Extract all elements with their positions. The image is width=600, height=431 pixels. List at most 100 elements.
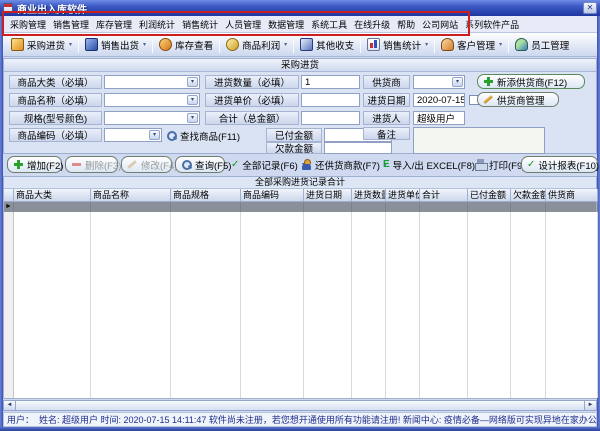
all-records-button[interactable]: ✓ 全部记录(F6) ▾ — [231, 156, 305, 173]
toolbar-separator — [434, 37, 435, 53]
toolbar-stock-view[interactable]: 库存查看 — [155, 36, 217, 54]
spec-combo[interactable]: ▾ — [104, 111, 200, 125]
query-button[interactable]: 查询(F5) — [175, 156, 225, 173]
body-column — [171, 212, 241, 398]
col-header-owed[interactable]: 欠款金额 — [511, 189, 546, 202]
toolbar-separator — [360, 37, 361, 53]
remark-textarea[interactable] — [413, 127, 545, 154]
col-header-qty[interactable]: 进货数量 — [352, 189, 386, 202]
add-supplier-button[interactable]: 新添供货商(F12) — [477, 74, 585, 89]
purchase-in-icon — [11, 38, 24, 51]
combo-arrow-icon[interactable]: ▾ — [149, 130, 160, 140]
toolbar-product-profit-label: 商品利润 — [242, 38, 280, 52]
excel-import-export-button[interactable]: E 导入/出 EXCEL(F8) ▾ — [383, 156, 482, 173]
cell — [171, 202, 241, 212]
manage-supplier-button[interactable]: 供货商管理 — [477, 92, 559, 107]
menu-profit-stats[interactable]: 利润统计 — [137, 16, 177, 33]
scroll-left-icon[interactable]: ◄ — [3, 400, 16, 411]
combo-arrow-icon[interactable]: ▾ — [187, 95, 198, 105]
menu-purchase-mgmt[interactable]: 采购管理 — [8, 16, 48, 33]
chevron-down-icon[interactable]: ▾ — [284, 41, 287, 48]
chevron-down-icon[interactable]: ▾ — [425, 41, 428, 48]
cell — [420, 202, 468, 212]
toolbar-employee-mgmt[interactable]: 员工管理 — [511, 36, 573, 54]
toolbar-sales-out[interactable]: 销售出货 ▾ — [81, 36, 150, 54]
chevron-down-icon[interactable]: ▾ — [69, 41, 72, 48]
toolbar-sales-stats[interactable]: 销售统计 ▾ — [363, 36, 432, 54]
selected-empty-row[interactable]: ► — [4, 202, 596, 212]
body-column — [91, 212, 171, 398]
edit-record-button[interactable]: 修改(F4) — [121, 156, 172, 173]
menu-staff-mgmt[interactable]: 人员管理 — [223, 16, 263, 33]
col-header-code[interactable]: 商品编码 — [241, 189, 304, 202]
col-header-spec[interactable]: 商品规格 — [171, 189, 241, 202]
close-button[interactable]: ✕ — [583, 2, 597, 14]
toolbar: 采购进货 ▾ 销售出货 ▾ 库存查看 商品利润 ▾ 其他收支 销售统计 — [3, 33, 597, 57]
col-header-product-name[interactable]: 商品名称 — [91, 189, 171, 202]
window-frame-bottom — [0, 427, 600, 431]
status-user-label: 用户： — [7, 413, 34, 426]
excel-import-export-label: 导入/出 EXCEL(F8) — [393, 158, 475, 172]
delete-record-button[interactable]: 删除(F3) — [65, 156, 118, 173]
add-record-button[interactable]: 增加(F2) — [7, 156, 62, 173]
sales-out-icon — [85, 38, 98, 51]
combo-arrow-icon[interactable]: ▾ — [187, 77, 198, 87]
all-records-label: 全部记录(F6) — [242, 158, 297, 172]
other-income-icon — [300, 38, 313, 51]
menu-sales-stats[interactable]: 销售统计 — [180, 16, 220, 33]
category-combo[interactable]: ▾ — [104, 75, 200, 89]
toolbar-separator — [78, 37, 79, 53]
check-icon: ✓ — [231, 159, 239, 170]
menu-data-mgmt[interactable]: 数据管理 — [266, 16, 306, 33]
toolbar-customer-mgmt[interactable]: 客户管理 ▾ — [437, 36, 506, 54]
chevron-down-icon[interactable]: ▾ — [143, 41, 146, 48]
toolbar-other-income[interactable]: 其他收支 — [296, 36, 358, 54]
check-icon: ✓ — [527, 159, 535, 170]
total-input[interactable] — [301, 111, 360, 125]
horizontal-scrollbar[interactable]: ◄ ► — [3, 400, 597, 411]
product-code-combo[interactable]: ▾ — [104, 128, 162, 142]
unit-price-input[interactable] — [301, 93, 360, 107]
query-label: 查询(F5) — [195, 158, 231, 172]
scroll-right-icon[interactable]: ► — [584, 400, 597, 411]
toolbar-purchase-in[interactable]: 采购进货 ▾ — [7, 36, 76, 54]
qty-label: 进货数量（必填） — [205, 75, 299, 89]
qty-input[interactable]: 1 — [301, 75, 360, 89]
col-header-paid[interactable]: 已付金额 — [468, 189, 511, 202]
cell — [352, 202, 386, 212]
find-product-button[interactable]: 查找商品(F11) — [166, 128, 240, 143]
toolbar-product-profit[interactable]: 商品利润 ▾ — [222, 36, 291, 54]
col-header-date[interactable]: 进货日期 — [304, 189, 352, 202]
date-input[interactable]: 2020-07-15 — [413, 93, 465, 107]
supplier-combo[interactable]: ▾ — [413, 75, 465, 89]
chevron-down-icon[interactable]: ▾ — [499, 41, 502, 48]
col-header-unit-price[interactable]: 进货单价 — [386, 189, 420, 202]
operator-combo[interactable]: 超级用户 — [413, 111, 465, 125]
combo-arrow-icon[interactable]: ▾ — [452, 77, 463, 87]
form-title: 采购进货 — [4, 59, 596, 72]
col-header-supplier[interactable]: 供货商 — [546, 189, 598, 202]
product-name-combo[interactable]: ▾ — [104, 93, 200, 107]
combo-arrow-icon[interactable]: ▾ — [187, 113, 198, 123]
col-header-category[interactable]: 商品大类 — [14, 189, 91, 202]
design-report-button[interactable]: ✓ 设计报表(F10) — [521, 156, 598, 173]
menu-sales-mgmt[interactable]: 销售管理 — [51, 16, 91, 33]
menu-inventory-mgmt[interactable]: 库存管理 — [94, 16, 134, 33]
repay-supplier-button[interactable]: 还供货商款(F7) ▾ — [301, 156, 387, 173]
table-body — [4, 212, 596, 398]
toolbar-stock-view-label: 库存查看 — [175, 38, 213, 52]
menu-system-tools[interactable]: 系统工具 — [309, 16, 349, 33]
customer-mgmt-icon — [441, 38, 454, 51]
cell — [304, 202, 352, 212]
menu-bar: 采购管理 销售管理 库存管理 利润统计 销售统计 人员管理 数据管理 系统工具 … — [3, 16, 597, 33]
col-header-total[interactable]: 合计 — [420, 189, 468, 202]
scrollbar-thumb[interactable] — [16, 400, 584, 411]
design-report-label: 设计报表(F10) — [538, 158, 599, 172]
menu-online-update[interactable]: 在线升级 — [352, 16, 392, 33]
menu-help[interactable]: 帮助 — [395, 16, 417, 33]
menu-company-website[interactable]: 公司网站 — [420, 16, 460, 33]
owed-input[interactable] — [324, 142, 392, 154]
menu-product-series[interactable]: 系列软件产品 — [463, 16, 521, 33]
toolbar-separator — [219, 37, 220, 53]
table-header-row: 商品大类 商品名称 商品规格 商品编码 进货日期 进货数量 进货单价 合计 已付… — [4, 189, 596, 202]
